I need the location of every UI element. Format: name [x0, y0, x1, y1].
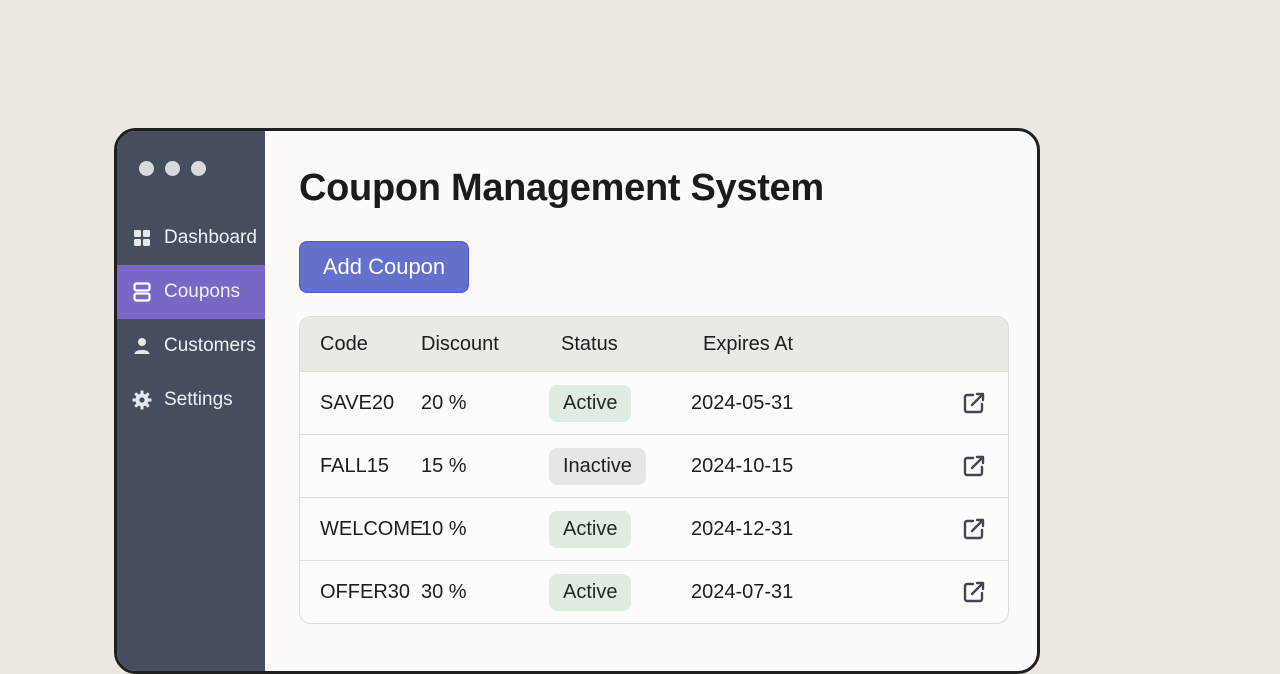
table-row[interactable]: FALL15 15 % Inactive 2024-10-15: [300, 434, 1008, 497]
window-dot-close[interactable]: [139, 161, 154, 176]
status-badge: Active: [549, 384, 632, 422]
edit-icon[interactable]: [962, 517, 986, 541]
column-header-discount[interactable]: Discount: [421, 333, 549, 356]
status-cell: Active: [549, 510, 691, 548]
column-header-status[interactable]: Status: [549, 333, 703, 356]
coupon-code: WELCOME: [320, 517, 424, 540]
status-badge: Inactive: [549, 447, 646, 485]
window-dot-minimize[interactable]: [165, 161, 180, 176]
actions-cell: [931, 517, 1008, 541]
table-row[interactable]: WELCOME 10 % Active 2024-12-31: [300, 497, 1008, 560]
sidebar-item-dashboard[interactable]: Dashboard: [117, 211, 265, 265]
actions-cell: [931, 391, 1008, 415]
sidebar-item-label: Coupons: [164, 281, 241, 302]
grid-icon: [132, 228, 152, 248]
main-content: Coupon Management System Add Coupon Code…: [265, 131, 1037, 671]
edit-icon[interactable]: [962, 454, 986, 478]
page-title: Coupon Management System: [299, 167, 824, 209]
actions-cell: [931, 454, 1008, 478]
sidebar-item-customers[interactable]: Customers: [117, 319, 265, 373]
coupon-code: SAVE20: [320, 391, 395, 414]
column-header-code[interactable]: Code: [300, 333, 421, 356]
edit-icon[interactable]: [962, 580, 986, 604]
status-badge: Active: [549, 510, 632, 548]
sidebar-item-label: Settings: [164, 389, 233, 410]
table-row[interactable]: OFFER30 30 % Active 2024-07-31: [300, 560, 1008, 623]
sidebar-item-label: Customers: [164, 335, 256, 356]
coupon-code: OFFER30: [320, 580, 411, 603]
edit-icon[interactable]: [962, 391, 986, 415]
window-dot-maximize[interactable]: [191, 161, 206, 176]
coupon-icon: [132, 282, 152, 302]
coupon-discount: 15 %: [421, 454, 467, 477]
status-badge: Active: [549, 573, 632, 611]
coupon-expires: 2024-12-31: [691, 517, 794, 540]
sidebar: Dashboard Coupons Customers Settings: [117, 131, 265, 671]
actions-cell: [931, 580, 1008, 604]
sidebar-item-settings[interactable]: Settings: [117, 373, 265, 427]
sidebar-item-label: Dashboard: [164, 227, 257, 248]
coupon-discount: 20 %: [421, 391, 467, 414]
coupon-expires: 2024-05-31: [691, 391, 794, 414]
status-cell: Active: [549, 573, 691, 611]
status-cell: Active: [549, 384, 691, 422]
coupon-expires: 2024-07-31: [691, 580, 794, 603]
coupon-discount: 30 %: [421, 580, 467, 603]
table-header-row: Code Discount Status Expires At: [300, 317, 1008, 371]
coupons-table: Code Discount Status Expires At SAVE20 2…: [299, 316, 1009, 624]
coupon-expires: 2024-10-15: [691, 454, 794, 477]
sidebar-nav: Dashboard Coupons Customers Settings: [117, 211, 265, 427]
status-cell: Inactive: [549, 447, 691, 485]
sidebar-item-coupons[interactable]: Coupons: [117, 265, 265, 319]
table-row[interactable]: SAVE20 20 % Active 2024-05-31: [300, 371, 1008, 434]
app-window: Dashboard Coupons Customers Settings Cou…: [114, 128, 1040, 674]
add-coupon-button[interactable]: Add Coupon: [299, 241, 469, 293]
coupon-code: FALL15: [320, 454, 389, 477]
gear-icon: [132, 390, 152, 410]
coupon-discount: 10 %: [421, 517, 467, 540]
column-header-expires[interactable]: Expires At: [703, 333, 943, 356]
user-icon: [132, 336, 152, 356]
window-controls: [139, 161, 206, 176]
